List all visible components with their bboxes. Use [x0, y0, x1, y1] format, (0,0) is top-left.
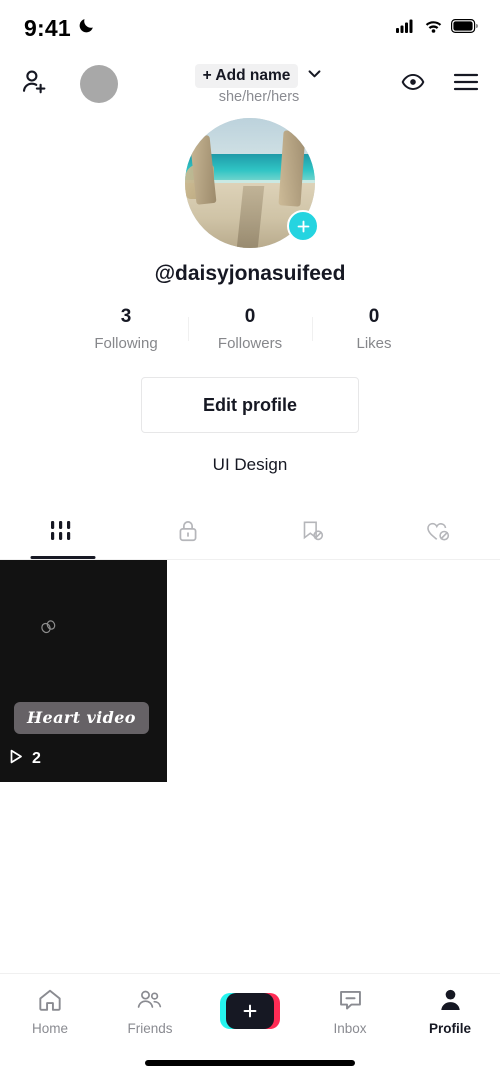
create-button-face[interactable]: [226, 993, 274, 1029]
avatar-plus-button[interactable]: [287, 210, 319, 242]
friends-icon: [137, 990, 162, 1008]
stat-followers[interactable]: 0 Followers: [189, 306, 312, 352]
tiktok-profile-screen: 9:41 + Add name she/her/hers @daisyjonas…: [0, 0, 500, 1080]
nav-label-friends: Friends: [127, 1020, 173, 1036]
bottom-navigation-bar: Home Friends Inbox Profile: [0, 973, 500, 1048]
nav-label-inbox: Inbox: [333, 1020, 367, 1036]
content-tabs: [0, 503, 500, 560]
tab-liked[interactable]: [375, 503, 500, 559]
stat-value: 0: [244, 306, 256, 327]
bookmark-hidden-icon: [303, 521, 324, 541]
video-thumbnail[interactable]: Heart video 2: [0, 560, 167, 782]
edit-profile-button[interactable]: Edit profile: [141, 377, 359, 433]
stat-label: Likes: [356, 335, 392, 352]
rings-sticker-icon: [38, 618, 60, 641]
avatar-wrapper[interactable]: [185, 118, 319, 248]
profile-stats: 3 Following 0 Followers 0 Likes: [65, 306, 436, 352]
profile-handle: @daisyjonasuifeed: [154, 262, 346, 285]
tab-saved[interactable]: [250, 503, 375, 559]
inbox-icon: [339, 990, 361, 1009]
status-bar: 9:41: [0, 0, 500, 56]
grid-icon: [51, 521, 71, 540]
play-triangle-icon: [8, 748, 24, 770]
stat-label: Following: [94, 335, 158, 352]
play-count-value: 2: [32, 750, 41, 767]
profile-person-icon: [440, 989, 460, 1010]
battery-full-icon: [451, 18, 478, 38]
top-nav-right: [400, 69, 480, 100]
crescent-moon-icon: [77, 16, 96, 40]
cellular-signal-icon: [396, 19, 416, 38]
video-grid: Heart video 2: [0, 560, 500, 782]
add-name-button[interactable]: + Add name: [194, 63, 299, 88]
home-indicator: [145, 1060, 355, 1066]
profile-section: @daisyjonasuifeed 3 Following 0 Follower…: [0, 112, 500, 475]
stat-following[interactable]: 3 Following: [65, 306, 188, 352]
nav-item-home[interactable]: Home: [0, 987, 100, 1036]
hamburger-menu-icon[interactable]: [452, 71, 480, 98]
add-friend-icon[interactable]: [20, 67, 50, 102]
nav-item-inbox[interactable]: Inbox: [300, 987, 400, 1036]
top-navigation-bar: + Add name she/her/hers: [0, 56, 500, 112]
stat-value: 3: [120, 306, 132, 327]
wifi-icon: [424, 19, 443, 38]
add-name-row[interactable]: + Add name: [194, 63, 324, 88]
nav-label-home: Home: [31, 1020, 68, 1036]
status-right: [396, 18, 478, 38]
video-play-count: 2: [8, 748, 41, 770]
nav-item-friends[interactable]: Friends: [100, 987, 200, 1036]
stat-label: Followers: [217, 335, 283, 352]
account-avatar-placeholder[interactable]: [80, 65, 118, 103]
tab-private[interactable]: [125, 503, 250, 559]
eye-icon[interactable]: [400, 69, 426, 100]
chevron-down-icon[interactable]: [306, 65, 323, 87]
nav-item-create[interactable]: [200, 993, 300, 1029]
create-plus-icon[interactable]: [220, 993, 280, 1029]
lock-icon: [179, 521, 196, 542]
nav-item-profile[interactable]: Profile: [400, 987, 500, 1036]
pronouns-label[interactable]: she/her/hers: [219, 89, 300, 105]
profile-bio[interactable]: UI Design: [213, 455, 288, 475]
status-left: 9:41: [24, 15, 96, 42]
video-caption-pill: Heart video: [14, 702, 149, 734]
heart-hidden-icon: [426, 522, 449, 541]
profile-name-area: + Add name she/her/hers: [118, 63, 400, 105]
tab-videos-grid[interactable]: [0, 503, 125, 559]
status-time: 9:41: [24, 14, 71, 41]
video-caption: Heart video: [27, 708, 136, 727]
home-icon: [39, 989, 61, 1011]
stat-value: 0: [368, 306, 380, 327]
stat-likes[interactable]: 0 Likes: [313, 306, 436, 352]
top-nav-left: [20, 65, 118, 103]
nav-label-profile: Profile: [428, 1020, 471, 1036]
active-tab-underline: [30, 556, 95, 559]
